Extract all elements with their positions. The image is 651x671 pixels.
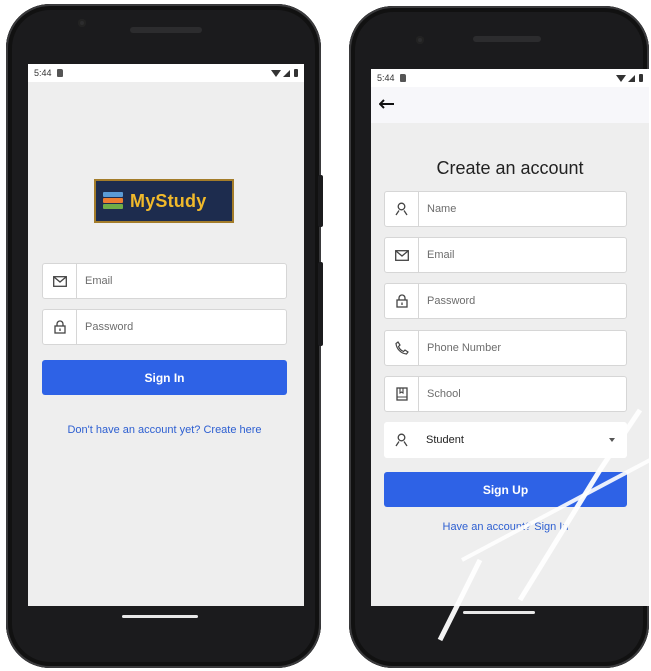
status-time: 5:44	[377, 73, 395, 83]
front-camera	[416, 36, 424, 44]
app-bar	[371, 87, 649, 123]
sign-in-link[interactable]: Have an account? Sign In	[384, 521, 627, 533]
front-camera	[78, 19, 86, 27]
school-field[interactable]: School	[384, 376, 627, 412]
battery-icon	[639, 74, 643, 82]
book-icon	[385, 377, 419, 411]
phone-number-field[interactable]: Phone Number	[384, 330, 627, 366]
lock-icon	[43, 310, 77, 344]
books-icon	[102, 190, 124, 212]
back-arrow-icon[interactable]	[378, 96, 395, 114]
password-field[interactable]: Password	[42, 309, 287, 345]
status-bar: 5:44	[371, 69, 649, 87]
home-indicator[interactable]	[122, 615, 198, 618]
status-time: 5:44	[34, 68, 52, 78]
mail-icon	[385, 238, 419, 272]
sd-card-icon	[399, 74, 406, 82]
sign-up-button[interactable]: Sign Up	[384, 472, 627, 507]
role-select[interactable]: Student	[384, 422, 627, 458]
earpiece-speaker	[130, 27, 202, 33]
sign-in-button[interactable]: Sign In	[42, 360, 287, 395]
create-account-link[interactable]: Don't have an account yet? Create here	[30, 424, 299, 436]
page-title: Create an account	[436, 158, 584, 178]
logo-text: MyStudy	[130, 190, 207, 211]
email-field[interactable]: Email	[384, 237, 627, 273]
name-field[interactable]: Name	[384, 191, 627, 227]
password-placeholder: Password	[85, 321, 134, 333]
email-placeholder: Email	[85, 275, 113, 287]
name-placeholder: Name	[427, 203, 457, 215]
signal-icon	[283, 69, 290, 77]
lock-icon	[385, 284, 419, 318]
signal-icon	[628, 74, 635, 82]
password-field[interactable]: Password	[384, 283, 627, 319]
wifi-icon	[616, 74, 626, 82]
phone-placeholder: Phone Number	[427, 342, 501, 354]
person-icon	[385, 192, 419, 226]
mail-icon	[43, 264, 77, 298]
school-placeholder: School	[427, 388, 461, 400]
mystudy-logo: MyStudy	[94, 179, 234, 223]
email-field[interactable]: Email	[42, 263, 287, 299]
battery-icon	[294, 69, 298, 77]
email-placeholder: Email	[427, 249, 455, 261]
sd-card-icon	[56, 69, 63, 77]
role-value: Student	[426, 434, 464, 446]
earpiece-speaker	[473, 36, 541, 42]
person-icon	[384, 422, 418, 458]
power-button	[318, 175, 323, 227]
volume-button	[318, 262, 323, 346]
password-placeholder: Password	[427, 295, 476, 307]
home-indicator[interactable]	[463, 611, 535, 614]
wifi-icon	[271, 69, 281, 77]
phone-icon	[385, 331, 419, 365]
status-bar: 5:44	[28, 64, 304, 82]
dropdown-caret-icon	[609, 438, 615, 442]
